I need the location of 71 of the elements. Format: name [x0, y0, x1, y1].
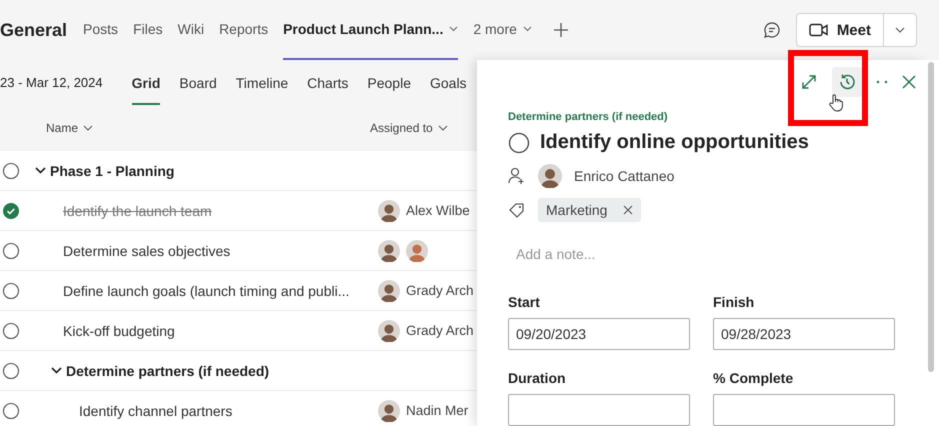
- channel-tab[interactable]: Product Launch Plann...: [283, 0, 458, 60]
- close-icon[interactable]: [902, 75, 916, 89]
- group-name[interactable]: Determine partners (if needed): [66, 362, 270, 378]
- task-name[interactable]: Kick-off budgeting: [63, 322, 175, 338]
- chevron-icon[interactable]: [35, 167, 46, 174]
- assignee-name: Enrico Cattaneo: [574, 168, 674, 184]
- date-field[interactable]: [713, 394, 895, 426]
- view-tab[interactable]: Goals: [430, 60, 467, 105]
- assignee-name: Nadin Mer: [406, 403, 468, 418]
- date-range: 23 - Mar 12, 2024: [0, 75, 103, 90]
- avatar-icon: [538, 164, 562, 188]
- assignee-name: Alex Wilbe: [406, 203, 470, 218]
- tag-icon[interactable]: [508, 201, 526, 219]
- label-chip[interactable]: Marketing: [538, 198, 642, 222]
- channel-tab[interactable]: Files: [133, 0, 163, 60]
- more-icon[interactable]: [876, 80, 888, 84]
- circle-checkbox-icon[interactable]: [2, 402, 20, 420]
- date-field[interactable]: 09/20/2023: [508, 318, 690, 350]
- group-name[interactable]: Phase 1 - Planning: [50, 162, 174, 178]
- avatar-icon: [378, 320, 400, 342]
- avatar-icon: [378, 200, 400, 222]
- date-field[interactable]: 09/28/2023: [713, 318, 895, 350]
- view-tab[interactable]: Board: [179, 60, 217, 105]
- remove-icon[interactable]: [623, 205, 634, 215]
- hand-cursor-icon: [829, 94, 843, 112]
- circle-checkbox-icon[interactable]: [2, 322, 20, 340]
- column-header[interactable]: Name: [46, 121, 370, 135]
- checked-circle-icon[interactable]: [2, 202, 20, 220]
- avatar-icon: [378, 400, 400, 422]
- view-tab[interactable]: Grid: [132, 60, 160, 105]
- add-icon[interactable]: [552, 22, 569, 38]
- task-name[interactable]: Determine sales objectives: [63, 242, 230, 258]
- assignee-name: Grady Arch: [406, 283, 474, 298]
- assignee-name: Grady Arch: [406, 323, 474, 338]
- scrollbar-thumb[interactable]: [928, 62, 934, 372]
- expand-icon[interactable]: [800, 73, 818, 91]
- view-tab[interactable]: Charts: [307, 60, 348, 105]
- circle-checkbox-icon[interactable]: [2, 362, 20, 380]
- bucket-name[interactable]: Determine partners (if needed): [508, 111, 926, 123]
- caret-icon: [83, 125, 94, 131]
- field-label: Start: [508, 294, 541, 310]
- task-name[interactable]: Define launch goals (launch timing and publi...: [63, 282, 350, 298]
- chevron-icon[interactable]: [51, 367, 62, 374]
- chat-icon[interactable]: [762, 21, 781, 39]
- video-camera-icon: [808, 23, 829, 37]
- task-name[interactable]: Identify channel partners: [79, 402, 232, 418]
- caret-icon: [895, 27, 905, 33]
- channel-tab[interactable]: Reports: [219, 0, 268, 60]
- caret-icon: [438, 125, 448, 131]
- channel-tab[interactable]: 2 more: [473, 0, 532, 60]
- task-title[interactable]: Identify online opportunities: [540, 131, 809, 154]
- avatar-icon: [378, 280, 400, 302]
- circle-checkbox-icon[interactable]: [2, 242, 20, 260]
- channel-tab[interactable]: Posts: [83, 0, 118, 60]
- history-button[interactable]: [832, 67, 862, 97]
- channel-tab[interactable]: Wiki: [178, 0, 204, 60]
- avatar-icon: [406, 240, 428, 262]
- column-header[interactable]: Assigned to: [370, 121, 448, 135]
- date-field[interactable]: [508, 394, 690, 426]
- circle-checkbox-icon[interactable]: [2, 162, 20, 180]
- channel-title: General: [0, 20, 68, 40]
- add-person-icon[interactable]: [508, 167, 526, 185]
- field-label: % Complete: [713, 370, 794, 386]
- view-tab[interactable]: People: [367, 60, 411, 105]
- field-label: Finish: [713, 294, 756, 310]
- circle-checkbox-icon[interactable]: [508, 132, 530, 154]
- task-name[interactable]: Identify the launch team: [63, 202, 212, 218]
- view-tab[interactable]: Timeline: [236, 60, 288, 105]
- circle-checkbox-icon[interactable]: [2, 282, 20, 300]
- field-label: Duration: [508, 370, 567, 386]
- avatar-icon: [378, 240, 400, 262]
